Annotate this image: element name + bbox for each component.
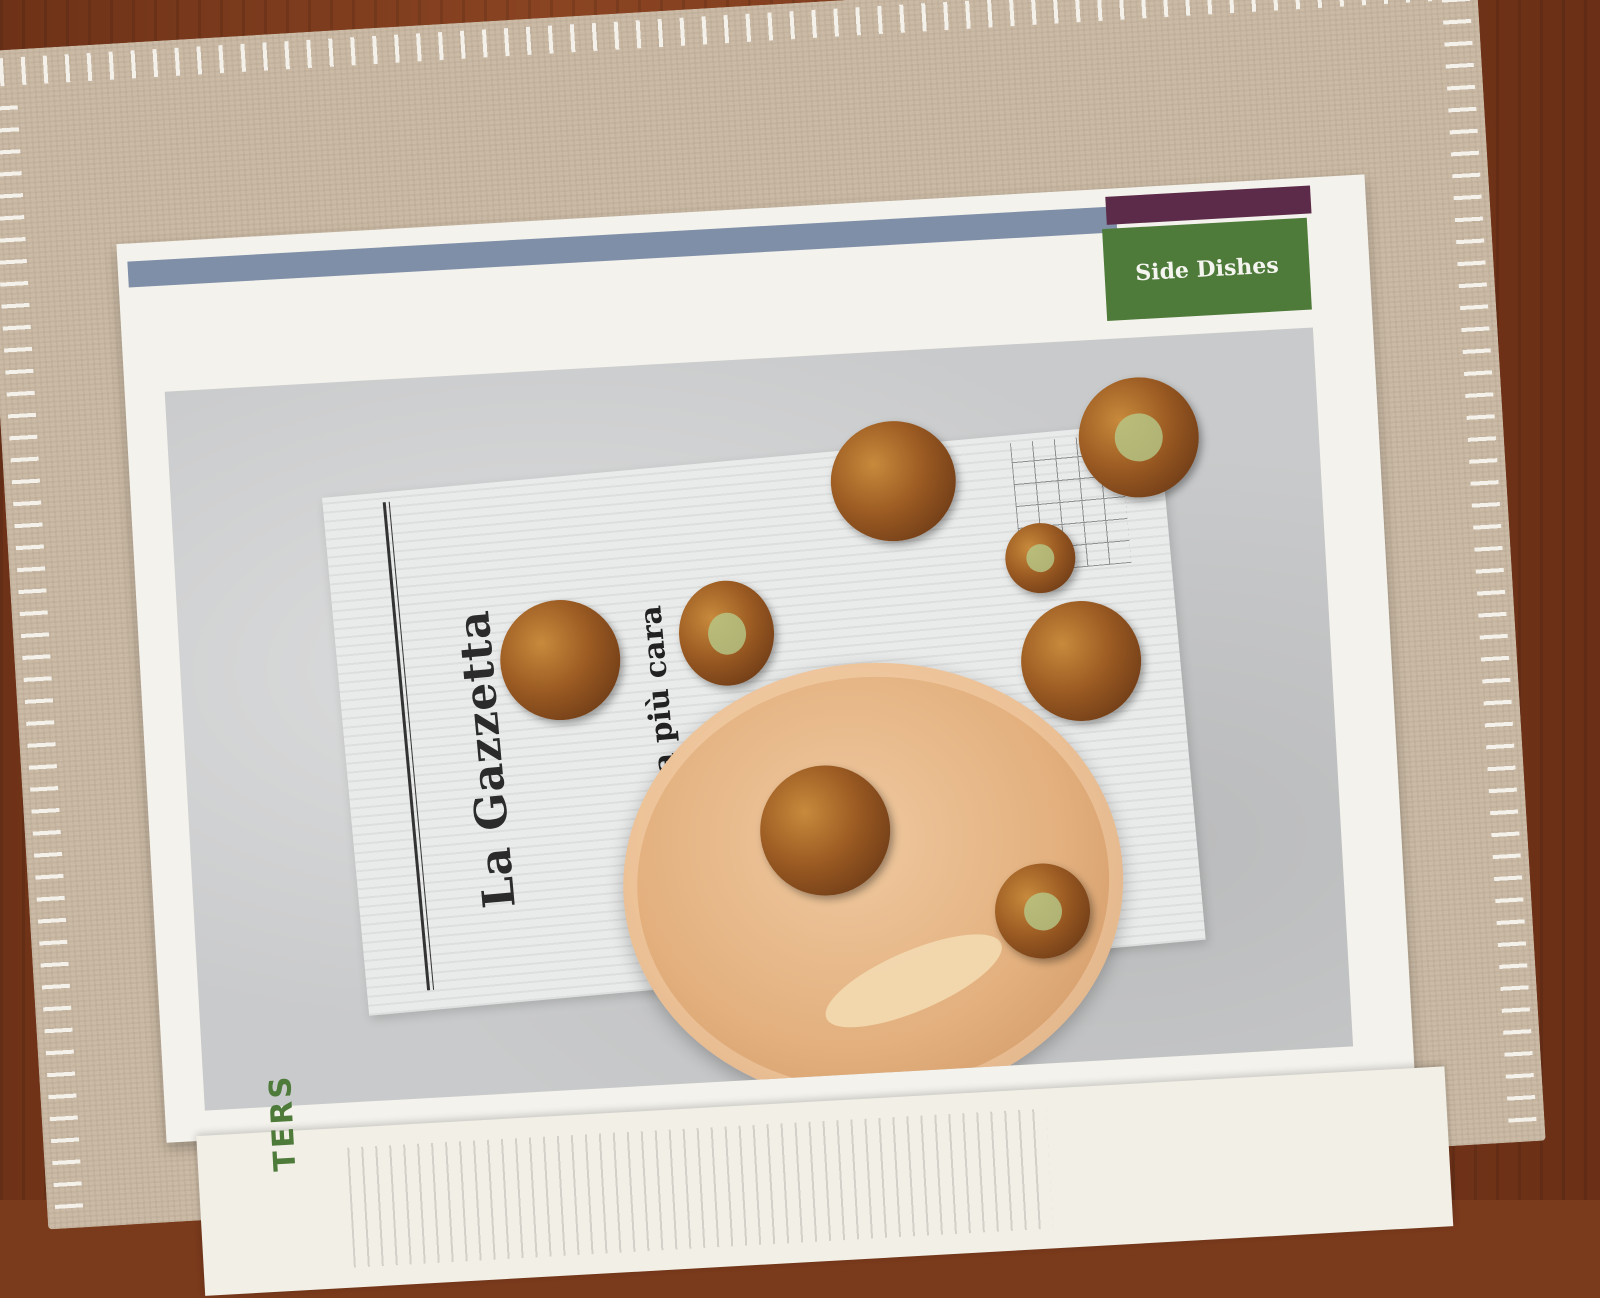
recipe-text (347, 1108, 1053, 1268)
food-photo: La Gazzetta Mosca più cara (164, 327, 1354, 1111)
recipe-heading: TERS (262, 1072, 304, 1173)
page-header-bar (127, 206, 1118, 288)
cookbook-photo-page: Side Dishes La Gazzetta Mosca più cara (116, 174, 1415, 1143)
newspaper-rule-thin (388, 501, 435, 990)
open-cookbook: Side Dishes La Gazzetta Mosca più cara T… (110, 65, 1454, 1296)
newspaper-rule (382, 502, 431, 991)
section-tab: Side Dishes (1102, 217, 1312, 321)
section-tab-label: Side Dishes (1134, 252, 1280, 287)
